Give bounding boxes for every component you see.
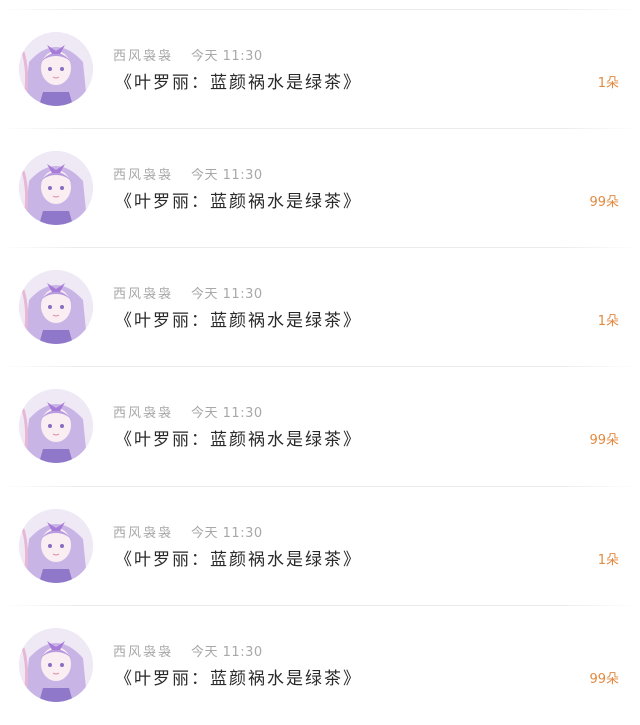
avatar[interactable] <box>19 389 93 463</box>
flower-count[interactable]: 1朵 <box>598 551 619 571</box>
flower-count[interactable]: 99朵 <box>589 431 619 451</box>
author-name[interactable]: 西风袅袅 <box>113 641 173 660</box>
author-name[interactable]: 西风袅袅 <box>113 45 173 64</box>
timestamp: 今天 11:30 <box>191 286 263 302</box>
post-title[interactable]: 《叶罗丽：蓝颜祸水是绿茶》 <box>115 666 362 692</box>
post-title[interactable]: 《叶罗丽：蓝颜祸水是绿茶》 <box>115 308 362 334</box>
flower-count[interactable]: 1朵 <box>598 312 619 332</box>
comment-list: 西风袅袅 今天 11:30 《叶罗丽：蓝颜祸水是绿茶》 1朵 西风袅袅 今天 1… <box>0 0 640 719</box>
avatar[interactable] <box>19 151 93 225</box>
anime-girl-avatar-icon <box>19 32 93 106</box>
post-title[interactable]: 《叶罗丽：蓝颜祸水是绿茶》 <box>115 189 362 215</box>
author-name[interactable]: 西风袅袅 <box>113 402 173 421</box>
avatar[interactable] <box>19 628 93 702</box>
anime-girl-avatar-icon <box>19 270 93 344</box>
post-title[interactable]: 《叶罗丽：蓝颜祸水是绿茶》 <box>115 547 362 573</box>
anime-girl-avatar-icon <box>19 628 93 702</box>
post-title[interactable]: 《叶罗丽：蓝颜祸水是绿茶》 <box>115 427 362 453</box>
timestamp: 今天 11:30 <box>191 48 263 64</box>
list-item[interactable]: 西风袅袅 今天 11:30 《叶罗丽：蓝颜祸水是绿茶》 1朵 <box>0 10 640 129</box>
meta-row: 西风袅袅 今天 11:30 <box>113 641 263 660</box>
list-item[interactable]: 西风袅袅 今天 11:30 《叶罗丽：蓝颜祸水是绿茶》 1朵 <box>0 487 640 606</box>
anime-girl-avatar-icon <box>19 389 93 463</box>
flower-count[interactable]: 99朵 <box>589 193 619 213</box>
timestamp: 今天 11:30 <box>191 167 263 183</box>
timestamp: 今天 11:30 <box>191 405 263 421</box>
list-item[interactable]: 西风袅袅 今天 11:30 《叶罗丽：蓝颜祸水是绿茶》 1朵 <box>0 248 640 367</box>
list-item[interactable]: 西风袅袅 今天 11:30 《叶罗丽：蓝颜祸水是绿茶》 99朵 <box>0 129 640 248</box>
list-item[interactable]: 西风袅袅 今天 11:30 《叶罗丽：蓝颜祸水是绿茶》 99朵 <box>0 367 640 486</box>
meta-row: 西风袅袅 今天 11:30 <box>113 402 263 421</box>
meta-row: 西风袅袅 今天 11:30 <box>113 164 263 183</box>
flower-count[interactable]: 99朵 <box>589 670 619 690</box>
anime-girl-avatar-icon <box>19 509 93 583</box>
timestamp: 今天 11:30 <box>191 525 263 541</box>
avatar[interactable] <box>19 32 93 106</box>
post-title[interactable]: 《叶罗丽：蓝颜祸水是绿茶》 <box>115 70 362 96</box>
author-name[interactable]: 西风袅袅 <box>113 283 173 302</box>
author-name[interactable]: 西风袅袅 <box>113 164 173 183</box>
meta-row: 西风袅袅 今天 11:30 <box>113 283 263 302</box>
anime-girl-avatar-icon <box>19 151 93 225</box>
list-item[interactable]: 西风袅袅 今天 11:30 《叶罗丽：蓝颜祸水是绿茶》 99朵 <box>0 606 640 725</box>
meta-row: 西风袅袅 今天 11:30 <box>113 522 263 541</box>
meta-row: 西风袅袅 今天 11:30 <box>113 45 263 64</box>
flower-count[interactable]: 1朵 <box>598 74 619 94</box>
author-name[interactable]: 西风袅袅 <box>113 522 173 541</box>
timestamp: 今天 11:30 <box>191 644 263 660</box>
avatar[interactable] <box>19 270 93 344</box>
avatar[interactable] <box>19 509 93 583</box>
